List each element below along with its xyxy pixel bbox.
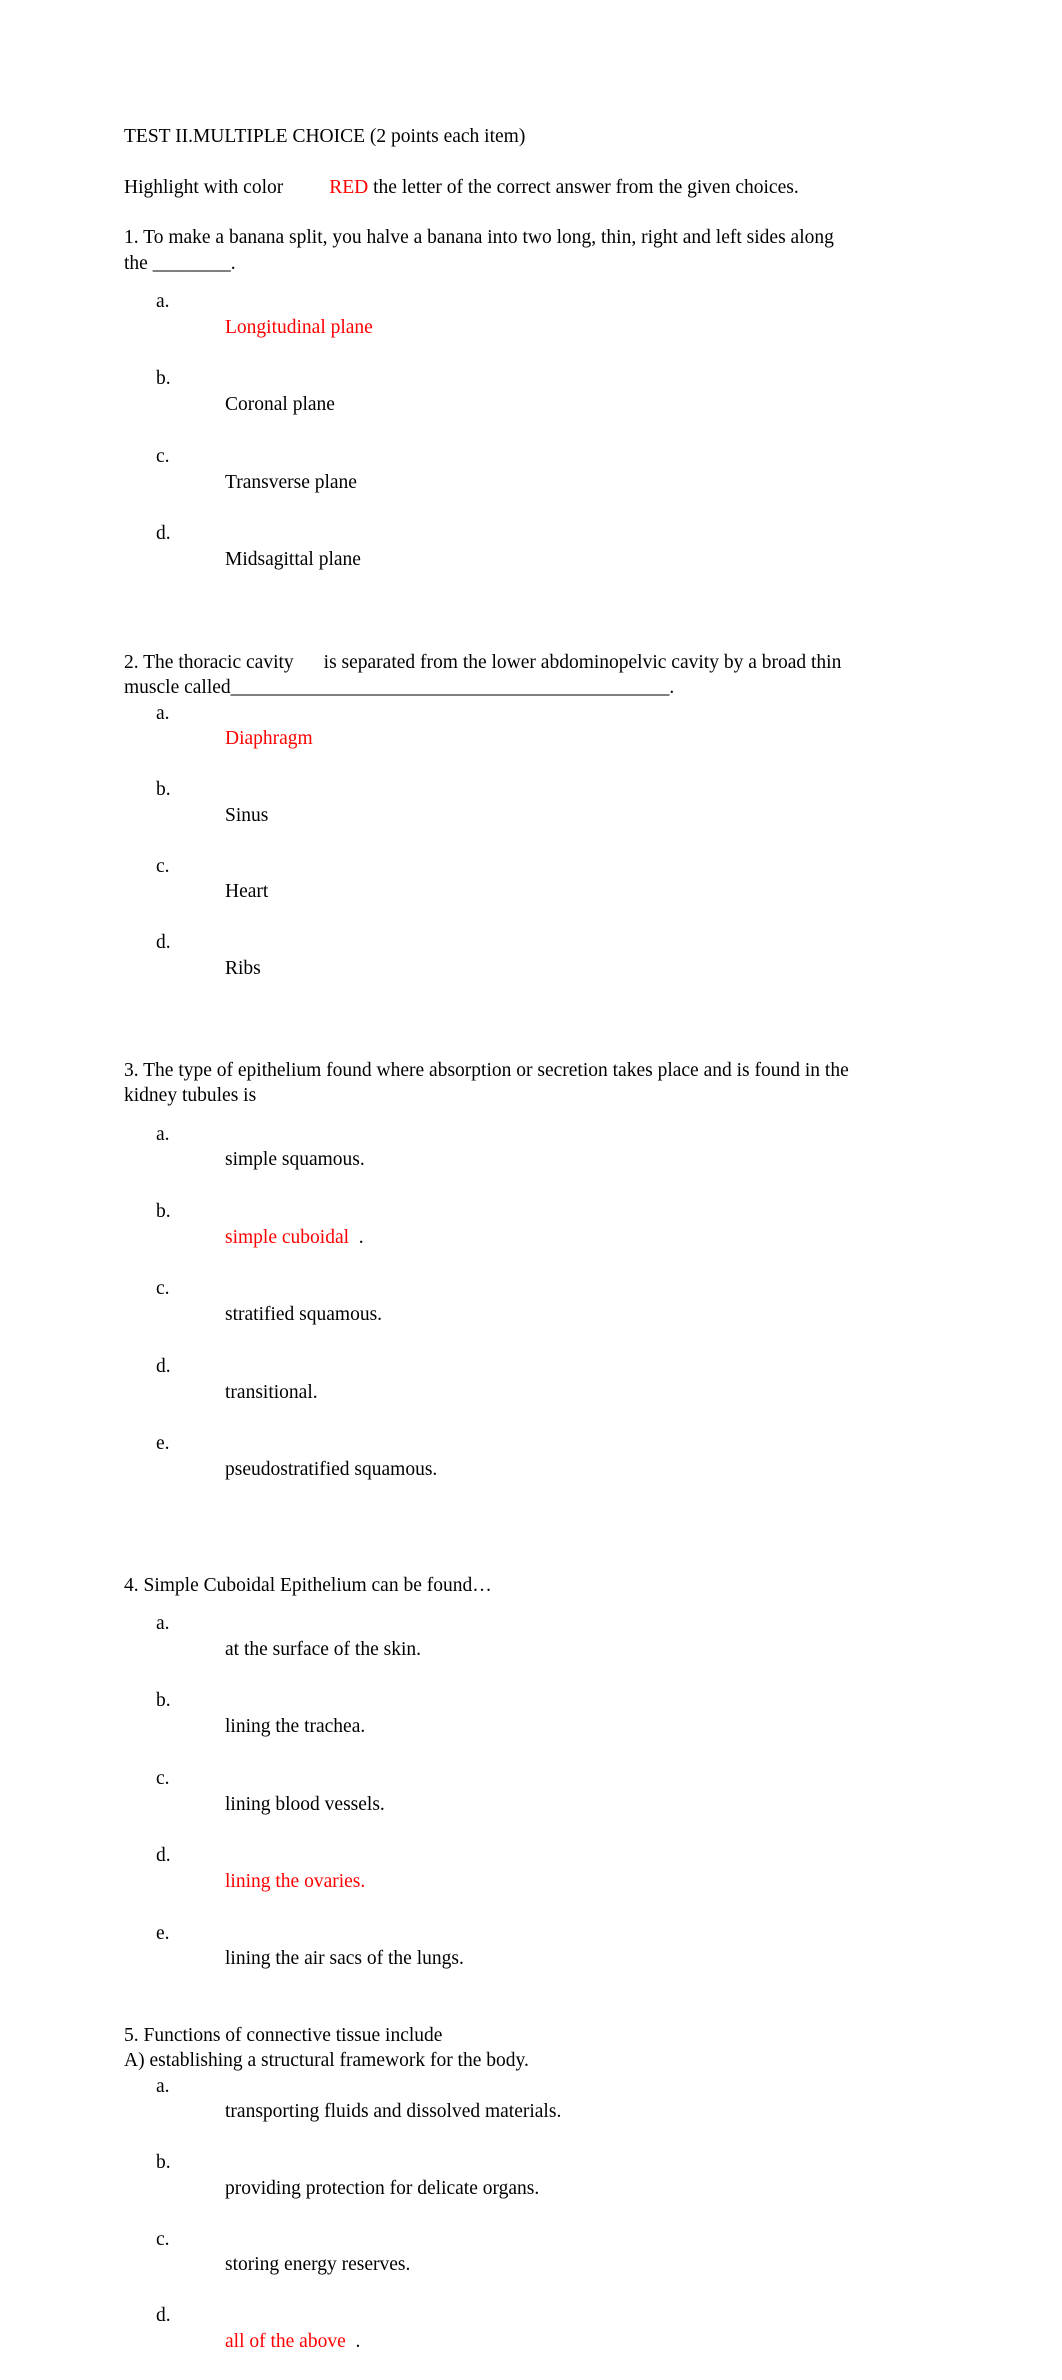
- question-4-choices: a. at the surface of the skin. b. lining t…: [124, 1611, 850, 1998]
- choice-item[interactable]: a. Longitudinal plane: [124, 289, 850, 366]
- choice-marker: d.: [156, 1845, 171, 1867]
- document-page: TEST II.MULTIPLE CHOICE (2 points each i…: [0, 0, 1062, 2352]
- choice-text: Heart: [225, 881, 269, 903]
- choice-marker: c.: [156, 855, 170, 877]
- question-2-stem: 2. The thoracic cavity is separated from …: [124, 650, 850, 701]
- choice-text: Diaphragm: [225, 728, 313, 750]
- question-1-stem: 1. To make a banana split, you halve a b…: [124, 227, 834, 274]
- choice-item[interactable]: c. Heart: [124, 854, 850, 931]
- choice-item[interactable]: c. storing energy reserves.: [124, 2227, 850, 2304]
- choice-marker: b.: [156, 1200, 171, 1222]
- choice-text: providing protection for delicate organs…: [225, 2177, 540, 2199]
- choice-text: all of the above: [225, 2330, 346, 2352]
- choice-marker: d.: [156, 932, 171, 954]
- choice-text: pseudostratified squamous.: [225, 1458, 438, 1480]
- choice-marker: c.: [156, 2228, 170, 2250]
- choice-marker: e.: [156, 1433, 170, 1455]
- choice-text: simple squamous.: [225, 1149, 365, 1171]
- choice-item[interactable]: d. lining the ovaries.: [124, 1843, 850, 1920]
- choice-item[interactable]: c. Transverse plane: [124, 444, 850, 521]
- choice-trailing: .: [345, 2330, 361, 2352]
- question-5-sub-line: A) establishing a structural framework f…: [124, 2050, 529, 2072]
- question-1-choices: a. Longitudinal plane b. Coronal plane c. T…: [124, 289, 850, 599]
- choice-text: Longitudinal plane: [225, 316, 373, 338]
- choice-item[interactable]: b. lining the trachea.: [124, 1688, 850, 1765]
- choice-item[interactable]: b. Coronal plane: [124, 366, 850, 443]
- choice-item[interactable]: c. stratified squamous.: [124, 1276, 850, 1353]
- choice-text: at the surface of the skin.: [225, 1638, 422, 1660]
- choice-marker: c.: [156, 445, 170, 467]
- choice-text: Coronal plane: [225, 394, 335, 416]
- choice-marker: a.: [156, 291, 170, 312]
- instruction-line: Highlight with color RED the letter of th…: [124, 175, 850, 201]
- question-5-choices: a. transporting fluids and dissolved mate…: [124, 2074, 850, 2380]
- choice-item[interactable]: a. simple squamous.: [124, 1122, 850, 1199]
- choice-text: lining blood vessels.: [225, 1793, 385, 1815]
- choice-item[interactable]: e. pseudostratified squamous.: [124, 1431, 850, 1508]
- question-3-stem: 3. The type of epithelium found where ab…: [124, 1059, 849, 1107]
- choice-marker: e.: [156, 1922, 170, 1944]
- choice-marker: d.: [156, 523, 171, 545]
- choice-text: simple cuboidal: [225, 1226, 350, 1248]
- choice-marker: a.: [156, 2075, 170, 2097]
- test-title: TEST II.MULTIPLE CHOICE (2 points each i…: [124, 126, 526, 147]
- choice-item[interactable]: d. all of the above .: [124, 2303, 850, 2380]
- question-2-stem-part-1: 2. The thoracic cavity: [124, 651, 294, 673]
- choice-text: transitional.: [225, 1381, 318, 1403]
- choice-item[interactable]: d. Ribs: [124, 930, 850, 1007]
- choice-item[interactable]: a. at the surface of the skin.: [124, 1611, 850, 1688]
- instruction-after: the letter of the correct answer from th…: [368, 176, 799, 198]
- choice-marker: a.: [156, 1123, 170, 1145]
- choice-marker: b.: [156, 779, 171, 801]
- choice-text: transporting fluids and dissolved materi…: [225, 2101, 562, 2123]
- choice-item[interactable]: c. lining blood vessels.: [124, 1766, 850, 1843]
- choice-text: lining the ovaries.: [225, 1870, 366, 1892]
- document-body: TEST II.MULTIPLE CHOICE (2 points each i…: [124, 124, 850, 2380]
- choice-item[interactable]: a. Diaphragm: [124, 701, 850, 778]
- choice-marker: b.: [156, 1690, 171, 1712]
- choice-item[interactable]: b. providing protection for delicate orga…: [124, 2150, 850, 2227]
- choice-item[interactable]: b. Sinus: [124, 777, 850, 854]
- choice-text: Sinus: [225, 804, 269, 826]
- choice-text: lining the trachea.: [225, 1716, 366, 1738]
- question-2-stem-end: .: [669, 677, 675, 699]
- choice-text: Midsagittal plane: [225, 548, 361, 570]
- choice-marker: c.: [156, 1767, 170, 1789]
- choice-marker: a.: [156, 1613, 170, 1635]
- instruction-highlight-word: RED: [329, 176, 369, 198]
- instruction-before: Highlight with color: [124, 176, 284, 198]
- question-4-stem: 4. Simple Cuboidal Epithelium can be fou…: [124, 1574, 492, 1596]
- question-3-choices: a. simple squamous. b. simple cuboidal . c…: [124, 1122, 850, 1509]
- choice-item[interactable]: b. simple cuboidal .: [124, 1199, 850, 1276]
- choice-marker: d.: [156, 2305, 171, 2327]
- choice-text: Ribs: [225, 957, 261, 979]
- choice-item[interactable]: a. transporting fluids and dissolved mate…: [124, 2074, 850, 2151]
- choice-marker: a.: [156, 702, 170, 724]
- choice-marker: d.: [156, 1355, 171, 1377]
- question-5-stem: 5. Functions of connective tissue includ…: [124, 2024, 443, 2046]
- choice-text: Transverse plane: [225, 471, 357, 493]
- choice-item[interactable]: e. lining the air sacs of the lungs.: [124, 1921, 850, 1998]
- choice-item[interactable]: d. Midsagittal plane: [124, 521, 850, 598]
- choice-text: stratified squamous.: [225, 1304, 383, 1326]
- choice-marker: b.: [156, 368, 171, 390]
- choice-item[interactable]: d. transitional.: [124, 1354, 850, 1431]
- choice-text: lining the air sacs of the lungs.: [225, 1948, 464, 1970]
- question-2-choices: a. Diaphragm b. Sinus c. Heart d. Ribs: [124, 701, 850, 1007]
- choice-marker: c.: [156, 1278, 170, 1300]
- question-2-blank: ________________________________________…: [230, 677, 670, 699]
- choice-trailing: .: [349, 1226, 364, 1248]
- choice-text: storing energy reserves.: [225, 2254, 411, 2276]
- choice-marker: b.: [156, 2152, 171, 2174]
